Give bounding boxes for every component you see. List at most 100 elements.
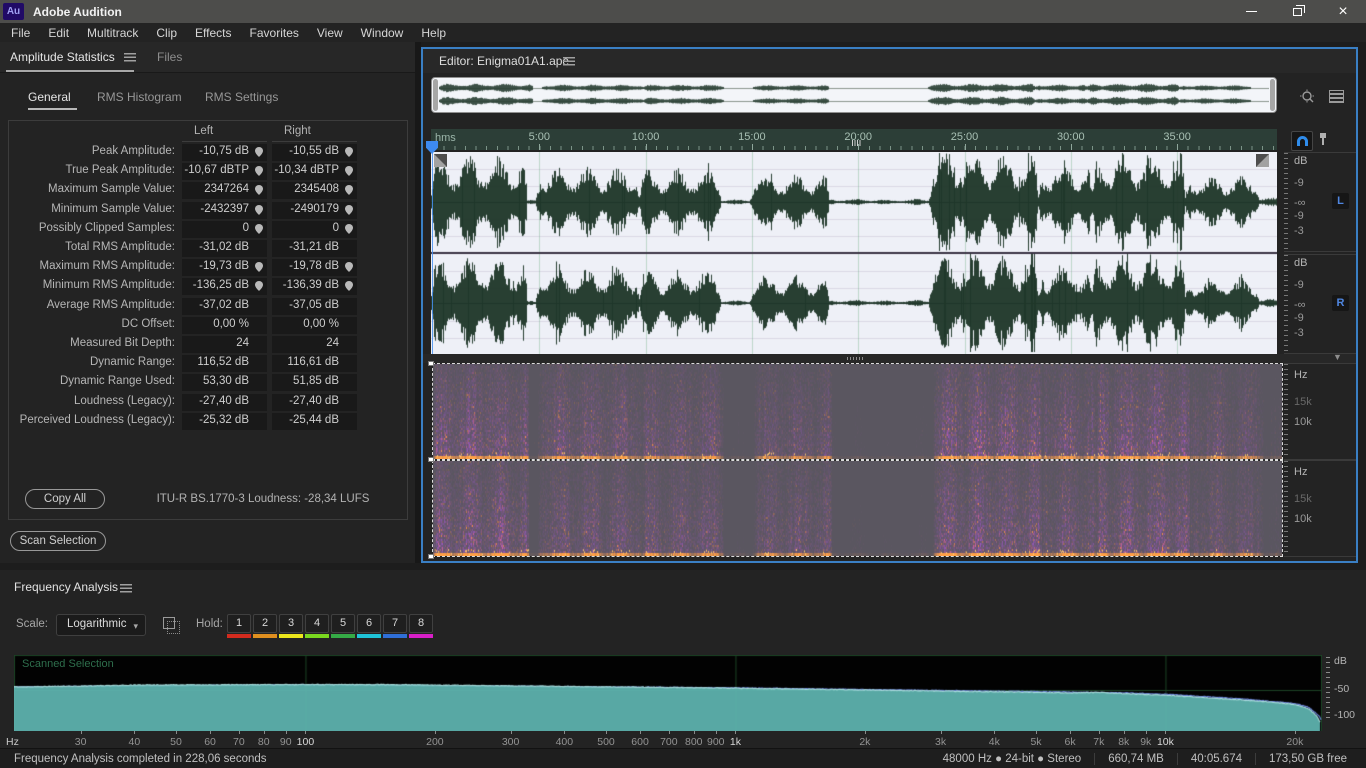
selection-handle-right[interactable] [1256,154,1269,167]
pin-icon[interactable] [345,262,353,273]
spectrogram-canvas-right[interactable] [433,461,1282,556]
view-splitter[interactable]: ▼ [423,352,1356,363]
stat-value-right: 51,85 dB [272,374,357,392]
marker-pin-icon[interactable] [1320,133,1326,145]
hold-button-4[interactable]: 4 [305,614,329,633]
frequency-ruler-right[interactable]: Hz 15k 10k [1284,460,1356,557]
pin-icon[interactable] [255,223,263,234]
menu-item-effects[interactable]: Effects [186,26,240,40]
window-title: Adobe Audition [33,4,122,19]
snap-toggle[interactable] [1291,131,1313,151]
frequency-analysis-panel: Frequency Analysis Scale: Logarithmic ▾ … [0,570,1366,748]
x-tick-label: 20k [1286,736,1304,748]
overview-left-handle[interactable] [433,79,438,111]
selection-handle-left[interactable] [434,154,447,167]
overview-right-handle[interactable] [1270,79,1275,111]
minimize-button[interactable] [1228,0,1274,23]
spectrogram-canvas-left[interactable] [433,364,1282,459]
timeline-unit: hms [435,132,456,144]
tab-files[interactable]: Files [157,50,182,64]
frequency-canvas[interactable] [14,655,1322,731]
overview-bar[interactable] [431,77,1277,113]
hold-button-1[interactable]: 1 [227,614,251,633]
ruler-label: 10k [1294,416,1312,428]
timeline-tick-label: 5:00 [528,131,551,143]
scan-selection-button[interactable]: Scan Selection [10,531,106,551]
pin-icon[interactable] [345,281,353,292]
left-channel-badge[interactable]: L [1332,193,1349,209]
pin-icon[interactable] [255,147,263,157]
stat-value-right: -10,55 dB [272,144,357,161]
menu-item-window[interactable]: Window [352,26,413,40]
pin-icon[interactable] [345,204,353,215]
frequency-panel-menu-icon[interactable] [120,584,132,593]
menu-item-edit[interactable]: Edit [39,26,78,40]
pin-icon[interactable] [255,262,263,273]
hold-button-7[interactable]: 7 [383,614,407,633]
copy-graph-icon[interactable] [163,617,180,634]
menu-item-multitrack[interactable]: Multitrack [78,26,147,40]
restore-button[interactable] [1274,0,1320,23]
pin-icon[interactable] [345,223,353,234]
pin-icon[interactable] [255,166,263,177]
frequency-plot[interactable]: Scanned Selection [14,655,1322,731]
y-tick-label: -50 [1334,683,1350,695]
table-row: Minimum RMS Amplitude: -136,25 dB -136,39 … [9,277,407,296]
hold-button-2[interactable]: 2 [253,614,277,633]
splitter-grip[interactable] [847,357,865,360]
panel-menu-icon[interactable] [124,53,136,62]
x-tick-label: 200 [426,736,444,748]
status-segment: 173,50 GB free [1269,753,1347,765]
frequency-panel-title[interactable]: Frequency Analysis [14,580,118,594]
stat-label: Total RMS Amplitude: [65,241,175,253]
ruler-label: Hz [1294,466,1308,478]
table-row: Dynamic Range Used: 53,30 dB 51,85 dB [9,373,407,392]
close-button[interactable]: × [1320,0,1366,23]
menu-item-favorites[interactable]: Favorites [241,26,308,40]
stat-value-left: -10,67 dBTP [182,163,267,181]
scale-dropdown[interactable]: Logarithmic ▾ [56,614,146,636]
stat-value-right: -2490179 [272,201,357,219]
editor-menu-icon[interactable] [563,57,575,66]
zoom-navigate-icon[interactable] [1299,89,1316,108]
subtab-general[interactable]: General [28,90,71,104]
overview-waveform[interactable] [439,79,1269,111]
pin-icon[interactable] [255,204,263,215]
pin-icon[interactable] [345,147,353,157]
pin-icon[interactable] [345,166,353,177]
spectrogram-right[interactable] [432,460,1283,557]
timeline-ruler[interactable]: hms 5:0010:0015:0020:0025:0030:0035:0040 [431,129,1277,150]
amplitude-ruler-left[interactable]: L dB -9 -∞ -9 -3 [1284,152,1356,252]
tab-amplitude-statistics[interactable]: Amplitude Statistics [10,50,115,64]
menu-item-clip[interactable]: Clip [147,26,186,40]
right-channel-badge[interactable]: R [1332,295,1349,311]
pin-icon[interactable] [345,185,353,196]
menu-item-view[interactable]: View [308,26,352,40]
hold-button-3[interactable]: 3 [279,614,303,633]
y-tick-label: -100 [1334,709,1356,721]
waveform-display[interactable] [431,152,1277,354]
hold-button-6[interactable]: 6 [357,614,381,633]
subtab-rms-settings[interactable]: RMS Settings [205,90,278,104]
menu-item-file[interactable]: File [2,26,39,40]
spectral-selection-handle-mid[interactable] [428,457,434,462]
menu-item-help[interactable]: Help [412,26,455,40]
copy-all-button[interactable]: Copy All [25,489,105,509]
x-tick-label: 1k [729,736,741,748]
pin-icon[interactable] [255,185,263,196]
hold-button-8[interactable]: 8 [409,614,433,633]
stat-value-left: 0,00 % [182,316,267,334]
editor-title[interactable]: Editor: Enigma01A1.ape [439,54,569,68]
frequency-ruler-left[interactable]: Hz 15k 10k [1284,363,1356,460]
spectrogram-left[interactable] [432,363,1283,460]
subtab-rms-histogram[interactable]: RMS Histogram [97,90,182,104]
hold-button-5[interactable]: 5 [331,614,355,633]
editor-list-icon[interactable] [1329,90,1344,103]
waveform-canvas[interactable] [431,152,1277,354]
collapse-arrow-icon[interactable]: ▼ [1333,352,1342,362]
spectral-selection-handle-top[interactable] [428,361,434,366]
amplitude-ruler-right[interactable]: R dB -9 -∞ -9 -3 [1284,254,1356,354]
hold-color-bar [253,634,277,638]
spectral-selection-handle-bottom[interactable] [428,554,434,559]
pin-icon[interactable] [255,281,263,292]
